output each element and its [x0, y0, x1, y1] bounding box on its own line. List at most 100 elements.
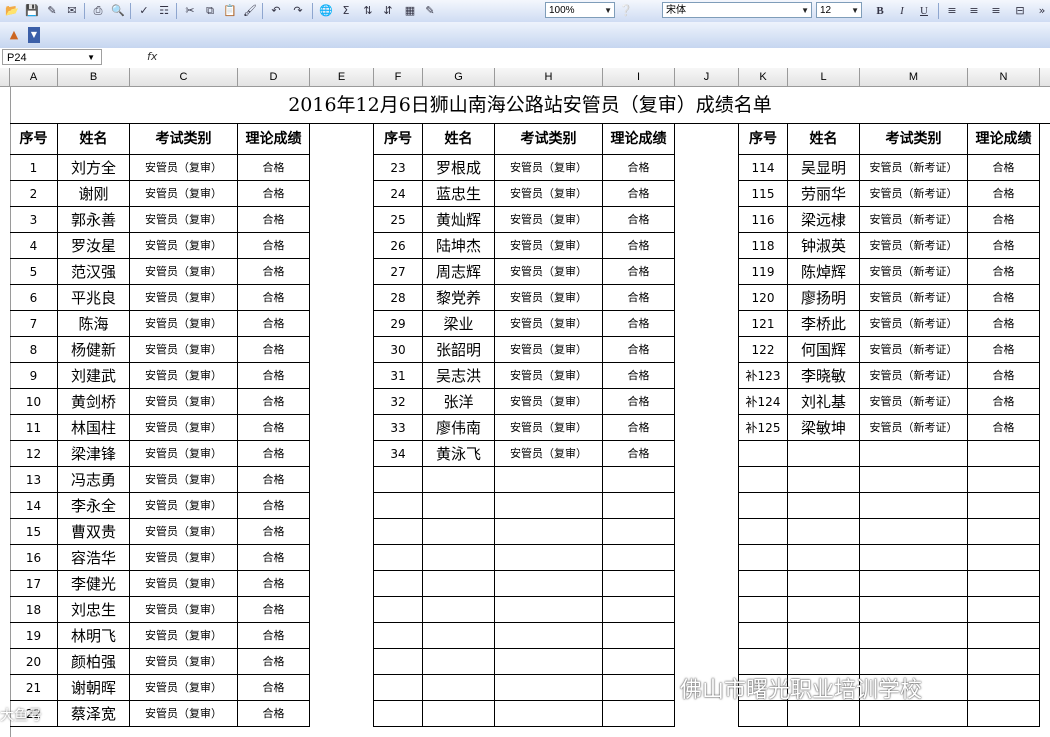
select-all-corner[interactable] — [0, 68, 10, 86]
table-cell[interactable]: 合格 — [968, 311, 1040, 337]
empty-cell[interactable] — [739, 519, 788, 545]
table-cell[interactable]: 安管员（复审） — [130, 389, 238, 415]
empty-cell[interactable] — [423, 467, 495, 493]
table-cell[interactable]: 8 — [10, 337, 58, 363]
table-header-cell[interactable]: 序号 — [739, 123, 788, 155]
table-cell[interactable]: 安管员（新考证） — [860, 389, 968, 415]
empty-cell[interactable] — [310, 285, 374, 311]
empty-cell[interactable] — [423, 701, 495, 727]
table-cell[interactable]: 33 — [374, 415, 423, 441]
empty-cell[interactable] — [423, 649, 495, 675]
empty-cell[interactable] — [310, 441, 374, 467]
empty-cell[interactable] — [675, 467, 739, 493]
empty-cell[interactable] — [788, 701, 860, 727]
table-header-cell[interactable]: 考试类别 — [130, 123, 238, 155]
column-header-e[interactable]: E — [310, 68, 374, 86]
table-cell[interactable]: 合格 — [968, 337, 1040, 363]
empty-cell[interactable] — [788, 623, 860, 649]
table-cell[interactable]: 1 — [10, 155, 58, 181]
table-cell[interactable]: 118 — [739, 233, 788, 259]
empty-cell[interactable] — [675, 363, 739, 389]
sort-ascending-icon[interactable]: ⇅ — [360, 3, 376, 19]
empty-cell[interactable] — [968, 701, 1040, 727]
empty-cell[interactable] — [310, 675, 374, 701]
empty-cell[interactable] — [603, 519, 675, 545]
table-cell[interactable]: 34 — [374, 441, 423, 467]
table-cell[interactable]: 合格 — [968, 181, 1040, 207]
table-cell[interactable]: 安管员（复审） — [495, 389, 603, 415]
table-cell[interactable]: 27 — [374, 259, 423, 285]
table-cell[interactable]: 曹双贵 — [58, 519, 130, 545]
empty-cell[interactable] — [675, 389, 739, 415]
table-cell[interactable]: 17 — [10, 571, 58, 597]
table-header-cell[interactable]: 姓名 — [788, 123, 860, 155]
sheet-title[interactable]: 2016年12月6日狮山南海公路站安管员（复审）成绩名单 — [10, 87, 1050, 124]
table-header-cell[interactable]: 考试类别 — [860, 123, 968, 155]
table-cell[interactable]: 安管员（复审） — [130, 441, 238, 467]
empty-cell[interactable] — [310, 311, 374, 337]
table-cell[interactable]: 梁津锋 — [58, 441, 130, 467]
table-cell[interactable]: 合格 — [238, 701, 310, 727]
table-cell[interactable]: 安管员（复审） — [130, 675, 238, 701]
table-cell[interactable]: 安管员（复审） — [495, 441, 603, 467]
table-cell[interactable]: 刘方全 — [58, 155, 130, 181]
table-cell[interactable]: 18 — [10, 597, 58, 623]
empty-cell[interactable] — [603, 545, 675, 571]
empty-cell[interactable] — [788, 597, 860, 623]
empty-cell[interactable] — [423, 597, 495, 623]
drawing-icon[interactable]: ✎ — [422, 3, 438, 19]
empty-cell[interactable] — [968, 441, 1040, 467]
table-cell[interactable]: 陆坤杰 — [423, 233, 495, 259]
empty-cell[interactable] — [603, 467, 675, 493]
empty-cell[interactable] — [739, 623, 788, 649]
table-cell[interactable]: 安管员（复审） — [130, 467, 238, 493]
empty-cell[interactable] — [603, 597, 675, 623]
table-cell[interactable]: 容浩华 — [58, 545, 130, 571]
table-cell[interactable]: 蓝忠生 — [423, 181, 495, 207]
table-cell[interactable]: 合格 — [603, 181, 675, 207]
table-cell[interactable]: 谢朝晖 — [58, 675, 130, 701]
table-cell[interactable]: 吴志洪 — [423, 363, 495, 389]
table-cell[interactable]: 颜柏强 — [58, 649, 130, 675]
table-header-cell[interactable]: 姓名 — [423, 123, 495, 155]
empty-cell[interactable] — [310, 181, 374, 207]
empty-cell[interactable] — [310, 123, 374, 155]
empty-cell[interactable] — [788, 467, 860, 493]
table-cell[interactable]: 120 — [739, 285, 788, 311]
empty-cell[interactable] — [968, 597, 1040, 623]
table-cell[interactable]: 合格 — [238, 207, 310, 233]
table-cell[interactable]: 安管员（复审） — [130, 259, 238, 285]
column-header-c[interactable]: C — [130, 68, 238, 86]
table-header-cell[interactable]: 理论成绩 — [603, 123, 675, 155]
table-cell[interactable]: 安管员（复审） — [130, 155, 238, 181]
align-right-icon[interactable]: ≡ — [988, 3, 1004, 19]
table-cell[interactable]: 黄泳飞 — [423, 441, 495, 467]
table-cell[interactable]: 5 — [10, 259, 58, 285]
empty-cell[interactable] — [860, 545, 968, 571]
align-left-icon[interactable]: ≡ — [944, 3, 960, 19]
empty-cell[interactable] — [860, 623, 968, 649]
table-cell[interactable]: 16 — [10, 545, 58, 571]
table-cell[interactable]: 补124 — [739, 389, 788, 415]
paste-icon[interactable]: 📋 — [222, 3, 238, 19]
table-cell[interactable]: 119 — [739, 259, 788, 285]
empty-cell[interactable] — [310, 519, 374, 545]
table-cell[interactable]: 合格 — [603, 259, 675, 285]
empty-cell[interactable] — [495, 623, 603, 649]
empty-cell[interactable] — [310, 415, 374, 441]
copy-icon[interactable]: ⧉ — [202, 3, 218, 19]
table-cell[interactable]: 合格 — [238, 155, 310, 181]
chart-wizard-icon[interactable]: ▦ — [402, 3, 418, 19]
empty-cell[interactable] — [310, 571, 374, 597]
empty-cell[interactable] — [423, 545, 495, 571]
column-header-f[interactable]: F — [374, 68, 423, 86]
table-cell[interactable]: 梁敏坤 — [788, 415, 860, 441]
empty-cell[interactable] — [603, 701, 675, 727]
table-cell[interactable]: 15 — [10, 519, 58, 545]
empty-cell[interactable] — [374, 649, 423, 675]
table-cell[interactable]: 31 — [374, 363, 423, 389]
empty-cell[interactable] — [968, 467, 1040, 493]
empty-cell[interactable] — [374, 623, 423, 649]
table-cell[interactable]: 合格 — [968, 389, 1040, 415]
table-cell[interactable]: 合格 — [238, 519, 310, 545]
